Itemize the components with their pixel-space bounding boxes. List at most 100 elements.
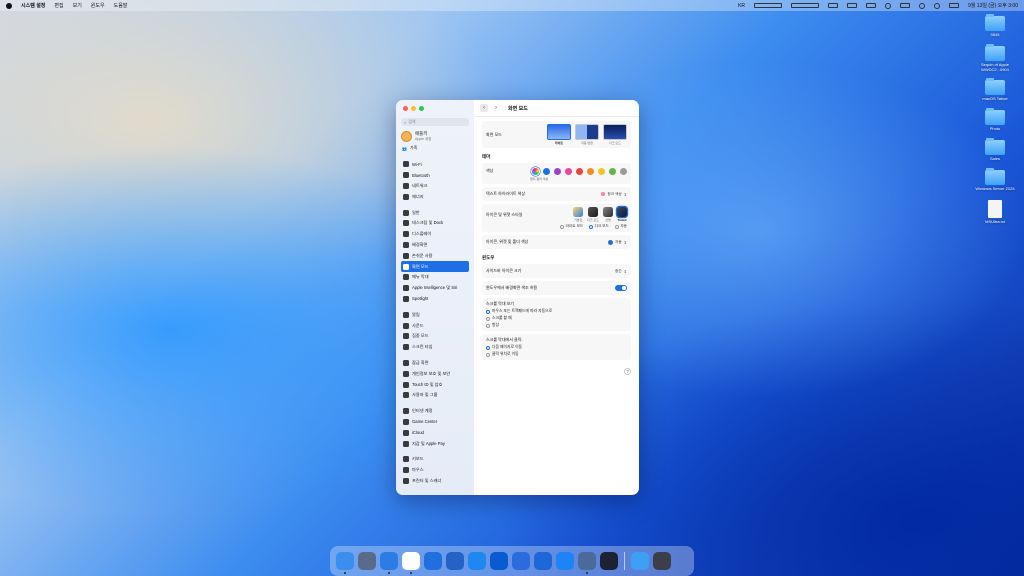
folder-color-popup[interactable]: 자동 ⇕ bbox=[608, 239, 627, 245]
radio-light-mode[interactable]: 라이트 모드 bbox=[560, 224, 583, 229]
accent-color-swatch[interactable] bbox=[587, 167, 594, 175]
radio-auto[interactable]: 자동 bbox=[614, 224, 627, 229]
accent-color-swatch[interactable] bbox=[598, 167, 605, 175]
app-icon[interactable] bbox=[512, 552, 530, 570]
menu-clock[interactable]: 9월 13일 (금) 오후 3:00 bbox=[968, 2, 1018, 9]
help-button[interactable]: ? bbox=[624, 368, 631, 375]
finder-icon[interactable] bbox=[336, 552, 354, 574]
sidebar-item[interactable]: Apple Intelligence 및 Siri bbox=[401, 283, 469, 294]
desktop-item[interactable]: Sales bbox=[972, 137, 1018, 162]
control-center-icon[interactable] bbox=[949, 3, 960, 8]
accent-color-swatch[interactable] bbox=[609, 167, 616, 175]
menu-item-edit[interactable]: 편집 bbox=[54, 2, 63, 9]
sidebar-item[interactable]: 배경화면 bbox=[401, 240, 469, 251]
sidebar-item[interactable]: 화면 모드 bbox=[401, 261, 469, 272]
click-option-next-page[interactable]: 다음 페이지로 이동 bbox=[486, 345, 627, 350]
spotlight-icon[interactable] bbox=[934, 2, 941, 9]
downloads-folder-icon[interactable] bbox=[631, 552, 649, 570]
highlight-popup[interactable]: 핑크 색상 ⇕ bbox=[601, 192, 627, 197]
minimize-button[interactable] bbox=[411, 106, 416, 111]
status-icon[interactable] bbox=[828, 3, 839, 8]
sidebar-item[interactable]: 사용자 및 그룹 bbox=[401, 390, 469, 401]
status-bar-icon[interactable] bbox=[791, 3, 820, 8]
forward-button[interactable]: › bbox=[492, 104, 500, 112]
appstore-icon[interactable] bbox=[556, 552, 574, 570]
sidebar-item[interactable]: Wi-Fi bbox=[401, 159, 469, 170]
launchpad-icon[interactable] bbox=[358, 552, 376, 570]
sidebar-item[interactable]: 집중 모드 bbox=[401, 331, 469, 342]
sidebar-item[interactable]: iCloud bbox=[401, 427, 469, 438]
menu-app-name[interactable]: 시스템 설정 bbox=[21, 2, 45, 9]
sidebar-item-family[interactable]: 👥 가족 bbox=[401, 145, 469, 151]
app-icon[interactable] bbox=[534, 552, 552, 570]
desktop-item[interactable]: Photo bbox=[972, 108, 1018, 132]
battery-icon[interactable] bbox=[900, 3, 911, 8]
scroll-option-always[interactable]: 항상 bbox=[486, 323, 627, 328]
sidebar-icon-size-popup[interactable]: 중간 ⇕ bbox=[615, 269, 627, 274]
appearance-option-auto[interactable]: 자동 변환 bbox=[575, 124, 599, 145]
apple-account[interactable]: 애플키 Apple 계정 bbox=[401, 131, 469, 142]
menu-item-view[interactable]: 보기 bbox=[73, 2, 82, 9]
status-icon[interactable] bbox=[866, 3, 877, 8]
accent-multicolor-swatch[interactable] bbox=[532, 167, 539, 175]
scroll-option-auto[interactable]: 마우스 또는 트랙패드에 따라 자동으로 bbox=[486, 309, 627, 314]
sidebar-item[interactable]: Game Center bbox=[401, 417, 469, 428]
sidebar-item[interactable]: 손쉬운 사용 bbox=[401, 250, 469, 261]
menu-item-help[interactable]: 도움말 bbox=[114, 2, 128, 9]
sidebar-item[interactable]: 스크린 타임 bbox=[401, 342, 469, 353]
icon-style-clear[interactable]: 선명 bbox=[603, 207, 613, 222]
status-icon[interactable] bbox=[847, 3, 858, 8]
close-button[interactable] bbox=[403, 106, 408, 111]
app-icon[interactable] bbox=[424, 552, 442, 570]
appearance-option-dark[interactable]: 다크 모드 bbox=[603, 124, 627, 145]
accent-color-swatch[interactable] bbox=[620, 167, 627, 175]
sidebar-item[interactable]: 잠금 화면 bbox=[401, 358, 469, 369]
accent-color-swatch[interactable] bbox=[565, 167, 572, 175]
terminal-icon[interactable] bbox=[600, 552, 618, 570]
sidebar-item[interactable]: 에너지 bbox=[401, 191, 469, 202]
sidebar-item[interactable]: 지갑 및 Apple Pay bbox=[401, 438, 469, 449]
sidebar-item[interactable]: Bluetooth bbox=[401, 170, 469, 181]
icon-style-tinted[interactable]: Tinted bbox=[617, 207, 627, 222]
icon-style-dark[interactable]: 다크 모드 bbox=[587, 207, 599, 222]
sidebar-item[interactable]: 인터넷 계정 bbox=[401, 406, 469, 417]
sidebar-item[interactable]: 개인정보 보호 및 보안 bbox=[401, 368, 469, 379]
scroll-option-when-scrolling[interactable]: 스크롤 할 때 bbox=[486, 316, 627, 321]
desktop-item[interactable]: Windows Server 2025 bbox=[972, 167, 1018, 192]
radio-dark-mode[interactable]: 다크 모드 bbox=[589, 224, 609, 229]
sidebar-item[interactable]: 디스플레이 bbox=[401, 229, 469, 240]
app-icon[interactable] bbox=[446, 552, 464, 570]
icon-style-default[interactable]: 기본값 bbox=[573, 207, 584, 222]
folder-app-icon[interactable] bbox=[468, 552, 486, 570]
desktop-item[interactable]: 9845 bbox=[972, 14, 1018, 38]
appearance-option-light[interactable]: 라이트 bbox=[547, 124, 571, 145]
sidebar-item[interactable]: 마우스 bbox=[401, 465, 469, 476]
sidebar-item[interactable]: 사운드 bbox=[401, 320, 469, 331]
sidebar-item[interactable]: 데스크탑 및 Dock bbox=[401, 218, 469, 229]
settings-icon[interactable] bbox=[578, 552, 596, 574]
sidebar-item[interactable]: 네트워크 bbox=[401, 181, 469, 192]
status-bar-icon[interactable] bbox=[754, 3, 783, 8]
wifi-icon[interactable] bbox=[919, 2, 926, 9]
desktop-item[interactable]: macOS Tahoe bbox=[972, 78, 1018, 102]
accent-color-swatch[interactable] bbox=[576, 167, 583, 175]
sidebar-item[interactable]: 키보드 bbox=[401, 454, 469, 465]
app-icon[interactable] bbox=[490, 552, 508, 570]
click-option-jump[interactable]: 클릭 위치로 이동 bbox=[486, 352, 627, 357]
sidebar-item[interactable]: 알림 bbox=[401, 309, 469, 320]
chrome-icon[interactable] bbox=[402, 552, 420, 574]
sidebar-item[interactable]: 일반 bbox=[401, 207, 469, 218]
trash-icon[interactable] bbox=[653, 552, 671, 570]
search-input[interactable]: ⌕ 검색 bbox=[401, 118, 469, 126]
apple-menu-icon[interactable] bbox=[6, 2, 12, 9]
accent-color-swatch[interactable] bbox=[543, 167, 550, 175]
sidebar-item[interactable]: 메뉴 막대 bbox=[401, 272, 469, 283]
sidebar-item[interactable]: Touch ID 및 암호 bbox=[401, 379, 469, 390]
sidebar-item[interactable]: Spotlight bbox=[401, 294, 469, 305]
input-source-label[interactable]: KR bbox=[738, 3, 745, 9]
desktop-item[interactable]: Sequin of Apple WWDC2...0904 bbox=[972, 43, 1018, 73]
back-button[interactable]: ‹ bbox=[480, 104, 488, 112]
zoom-button[interactable] bbox=[419, 106, 424, 111]
shield-icon[interactable] bbox=[885, 2, 892, 9]
safari-icon[interactable] bbox=[380, 552, 398, 574]
